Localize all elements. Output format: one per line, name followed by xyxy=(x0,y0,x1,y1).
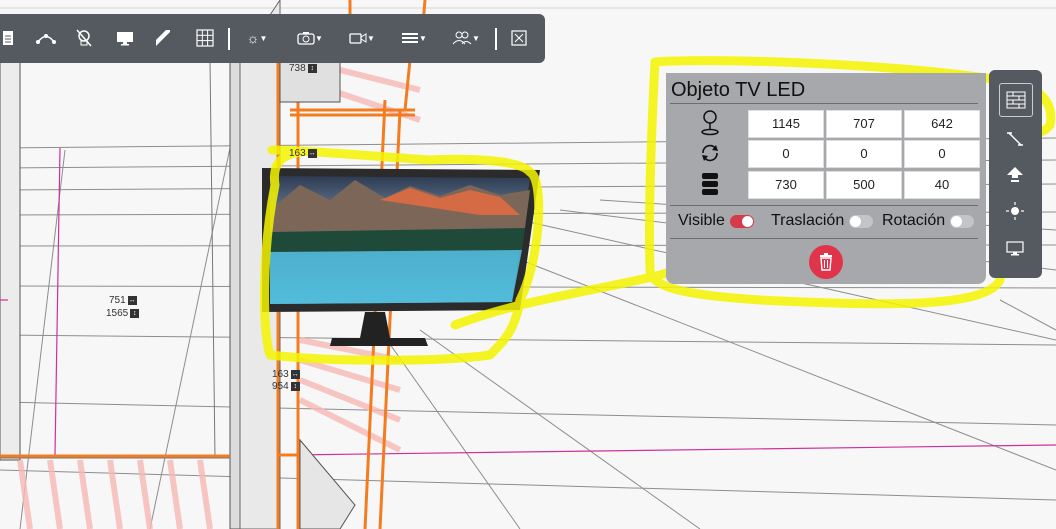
size-width-input[interactable]: 730 xyxy=(748,171,824,199)
measure-tool-button[interactable] xyxy=(998,124,1032,154)
dimension-value: 738 xyxy=(289,63,306,74)
chevron-down-icon: ▼ xyxy=(419,33,427,43)
close-box-icon[interactable] xyxy=(509,24,529,52)
width-dim-icon: ↔ xyxy=(290,370,300,379)
visible-toggle[interactable] xyxy=(730,215,754,228)
users-icon xyxy=(452,31,472,45)
dimension-value: 163 xyxy=(272,369,289,380)
dimension-value: 163 xyxy=(289,148,306,159)
trash-icon xyxy=(820,253,832,271)
rotation-x-input[interactable]: 0 xyxy=(748,140,824,168)
dimension-label: 163 ↔ xyxy=(272,369,300,380)
panel-title: Objeto TV LED xyxy=(671,79,806,101)
side-toolbar xyxy=(989,70,1042,278)
camera-icon xyxy=(297,32,315,45)
chevron-down-icon: ▼ xyxy=(472,33,480,43)
caliper-icon xyxy=(1007,132,1023,146)
chevron-down-icon: ▼ xyxy=(315,33,323,43)
height-dim-icon: ↕ xyxy=(307,64,317,73)
dimension-value: 751 xyxy=(109,295,126,306)
width-dim-icon: ↔ xyxy=(127,296,137,305)
light-off-icon[interactable] xyxy=(74,24,94,52)
monitor-button[interactable] xyxy=(998,234,1032,264)
dimension-label: 738 ↕ xyxy=(289,63,317,74)
menu-icon xyxy=(402,33,419,43)
position-pin-icon xyxy=(696,110,724,136)
rotation-label: Rotación xyxy=(882,212,946,229)
translation-toggle[interactable] xyxy=(849,215,873,228)
light-button[interactable] xyxy=(998,196,1032,226)
width-dim-icon: ↔ xyxy=(307,149,317,158)
grid-icon[interactable] xyxy=(194,24,216,52)
video-icon xyxy=(349,33,367,44)
rotate-icon xyxy=(696,140,724,166)
monitor-icon xyxy=(1006,241,1024,256)
toolbar-separator xyxy=(228,28,230,50)
sun-icon xyxy=(1006,202,1024,220)
position-y-input[interactable]: 707 xyxy=(826,110,902,138)
dimension-label: 751 ↔ xyxy=(109,295,137,306)
dimension-label: 954 ↕ xyxy=(272,381,300,392)
height-dim-icon: ↕ xyxy=(130,309,140,318)
object-properties-panel: Objeto TV LED 1145 707 642 0 0 0 730 500… xyxy=(666,73,986,284)
menu-dropdown[interactable]: ▼ xyxy=(397,24,431,52)
delete-button[interactable] xyxy=(809,245,843,279)
rotation-toggle[interactable] xyxy=(950,215,974,228)
translation-label: Traslación xyxy=(771,212,845,229)
curve-icon[interactable] xyxy=(34,24,58,52)
video-dropdown[interactable]: ▼ xyxy=(345,24,379,52)
users-dropdown[interactable]: ▼ xyxy=(449,24,483,52)
wall-bricks-button[interactable] xyxy=(999,83,1033,117)
sun-dropdown[interactable]: ☼ ▼ xyxy=(242,24,272,52)
main-toolbar: ☼ ▼ ▼ ▼ ▼ ▼ xyxy=(0,14,545,63)
arrow-up-icon xyxy=(1007,167,1023,182)
dimension-value: 1565 xyxy=(106,308,129,319)
height-dim-icon: ↕ xyxy=(290,382,300,391)
dimension-value: 954 xyxy=(272,381,289,392)
upload-button[interactable] xyxy=(998,159,1032,189)
chevron-down-icon: ▼ xyxy=(367,33,375,43)
camera-dropdown[interactable]: ▼ xyxy=(293,24,327,52)
bricks-icon xyxy=(1006,91,1026,109)
toolbar-separator xyxy=(495,28,497,50)
monitor-icon[interactable] xyxy=(114,24,136,52)
size-stack-icon xyxy=(696,171,724,197)
position-z-input[interactable]: 642 xyxy=(904,110,980,138)
dimension-label: 163 ↔ xyxy=(289,148,317,159)
divider xyxy=(670,103,978,104)
size-depth-input[interactable]: 40 xyxy=(904,171,980,199)
position-x-input[interactable]: 1145 xyxy=(748,110,824,138)
document-icon[interactable] xyxy=(0,24,16,52)
dimension-label: 1565 ↕ xyxy=(106,308,140,319)
sun-icon: ☼ xyxy=(246,30,260,46)
ruler-icon[interactable] xyxy=(153,24,173,52)
divider xyxy=(670,205,978,206)
chevron-down-icon: ▼ xyxy=(259,33,268,43)
size-height-input[interactable]: 500 xyxy=(826,171,902,199)
rotation-z-input[interactable]: 0 xyxy=(904,140,980,168)
divider xyxy=(670,238,978,239)
visible-label: Visible xyxy=(678,212,725,229)
rotation-y-input[interactable]: 0 xyxy=(826,140,902,168)
